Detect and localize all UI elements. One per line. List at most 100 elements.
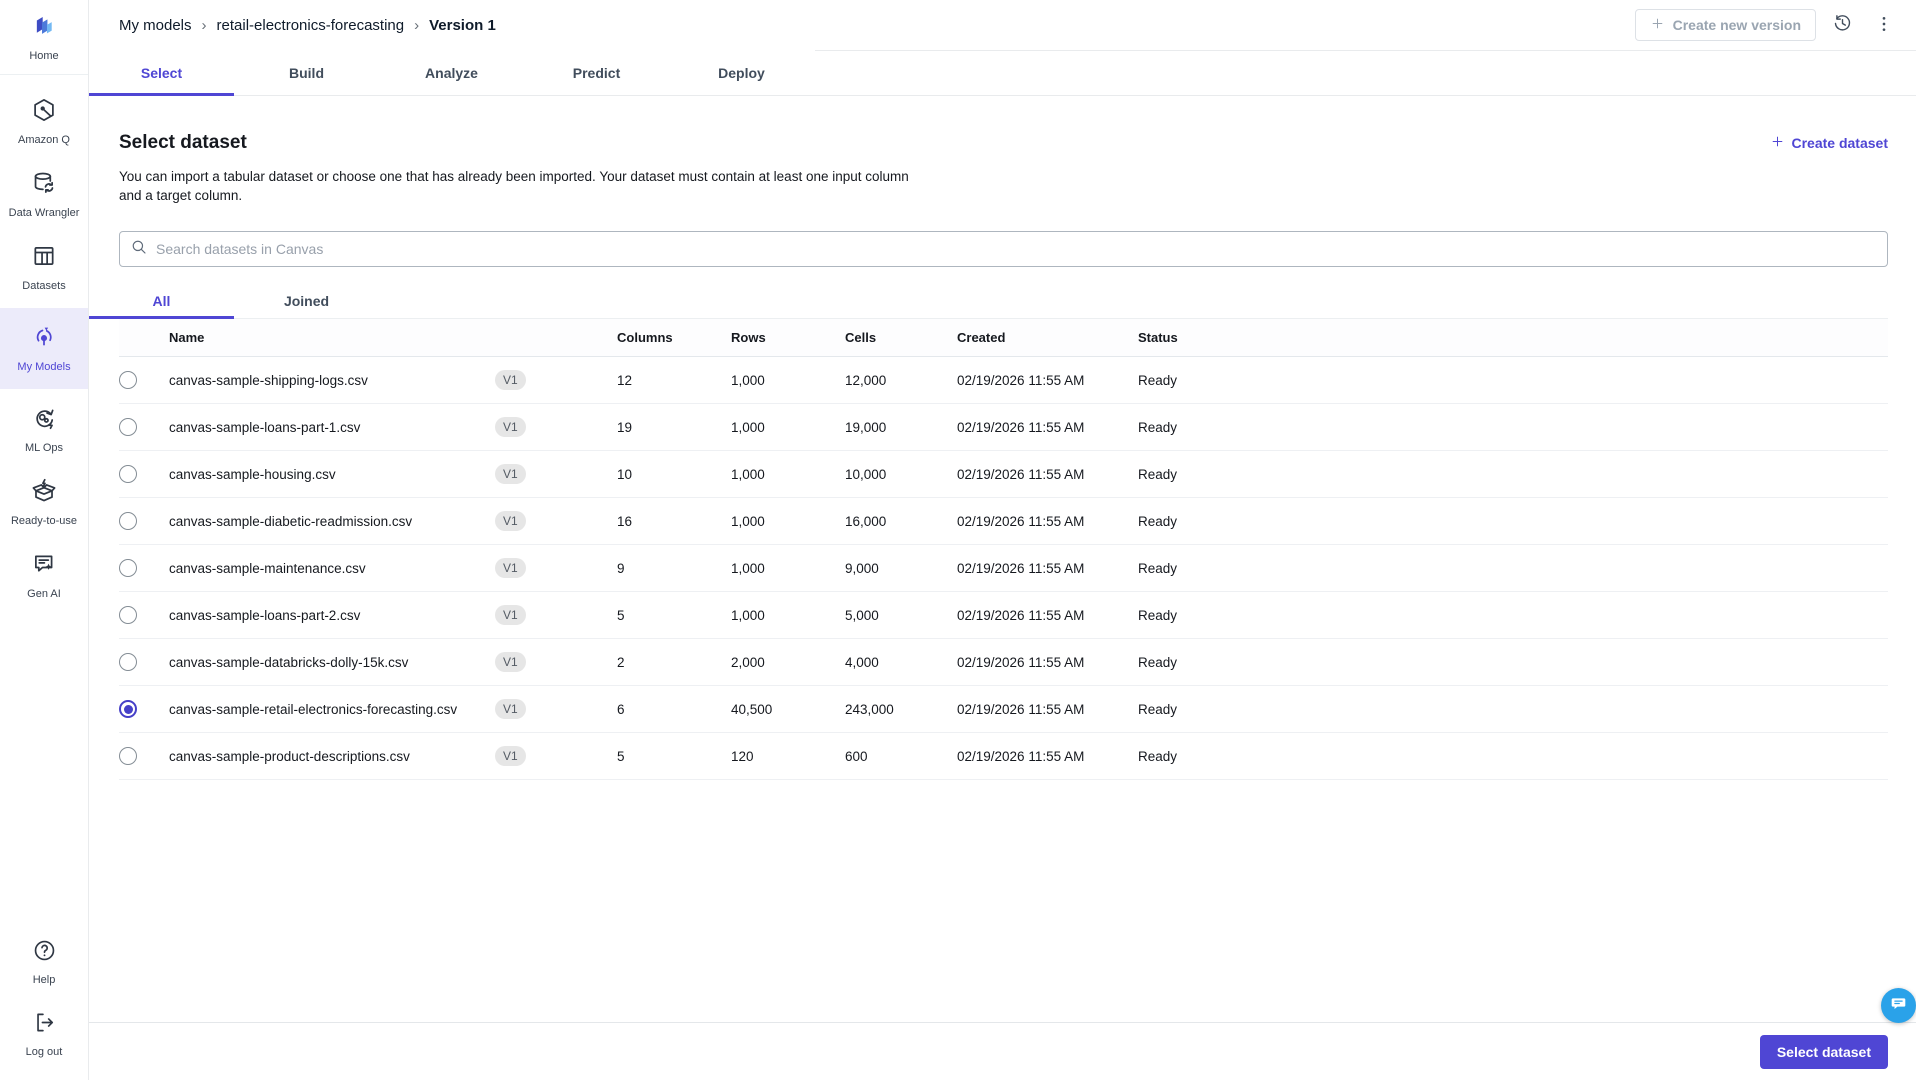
table-header-row: Name Columns Rows Cells Created Status	[119, 319, 1888, 357]
sidebar-item-ml-ops[interactable]: ML Ops	[0, 393, 88, 466]
table-row[interactable]: canvas-sample-shipping-logs.csv V1 12 1,…	[119, 357, 1888, 404]
dataset-radio[interactable]	[119, 747, 137, 765]
sidebar-item-log-out[interactable]: Log out	[0, 998, 88, 1080]
dataset-radio[interactable]	[119, 653, 137, 671]
table-row[interactable]: canvas-sample-databricks-dolly-15k.csv V…	[119, 639, 1888, 686]
tab-select[interactable]: Select	[89, 50, 234, 96]
tab-deploy[interactable]: Deploy	[669, 50, 814, 95]
dataset-created: 02/19/2026 11:55 AM	[957, 466, 1085, 482]
table-row[interactable]: canvas-sample-loans-part-2.csv V1 5 1,00…	[119, 592, 1888, 639]
chat-icon	[1889, 994, 1908, 1018]
sidebar-item-label: ML Ops	[24, 442, 64, 454]
dataset-radio[interactable]	[119, 606, 137, 624]
description-line-2: and a target column.	[119, 188, 243, 203]
create-dataset-button[interactable]: Create dataset	[1770, 134, 1889, 152]
breadcrumb-chevron-icon: ›	[201, 16, 207, 34]
ready-to-use-icon	[31, 478, 57, 509]
amazon-q-icon	[31, 97, 57, 128]
dataset-rows: 1,000	[731, 372, 765, 388]
dataset-cells: 600	[845, 748, 868, 764]
dataset-status: Ready	[1138, 607, 1178, 623]
table-row[interactable]: canvas-sample-maintenance.csv V1 9 1,000…	[119, 545, 1888, 592]
sidebar-divider	[0, 74, 88, 75]
more-options-button[interactable]	[1868, 9, 1900, 41]
search-input[interactable]	[156, 241, 1877, 257]
dataset-rows: 120	[731, 748, 754, 764]
version-badge: V1	[495, 558, 526, 578]
sidebar-item-label: Ready-to-use	[10, 515, 78, 527]
dataset-radio[interactable]	[119, 465, 137, 483]
dataset-status: Ready	[1138, 701, 1178, 717]
dataset-name: canvas-sample-databricks-dolly-15k.csv	[169, 654, 409, 670]
chat-widget-button[interactable]	[1881, 988, 1916, 1023]
dataset-radio[interactable]	[119, 512, 137, 530]
sidebar-item-data-wrangler[interactable]: Data Wrangler	[0, 158, 88, 231]
sidebar-item-gen-ai[interactable]: Gen AI	[0, 539, 88, 612]
col-header-name: Name	[169, 330, 205, 345]
table-row[interactable]: canvas-sample-housing.csv V1 10 1,000 10…	[119, 451, 1888, 498]
version-history-button[interactable]	[1826, 9, 1858, 41]
sidebar-item-label: Datasets	[22, 280, 66, 292]
create-dataset-label: Create dataset	[1791, 135, 1889, 151]
dataset-status: Ready	[1138, 654, 1178, 670]
sidebar-item-ready-to-use[interactable]: Ready-to-use	[0, 466, 88, 539]
dataset-name: canvas-sample-housing.csv	[169, 466, 336, 482]
dataset-radio[interactable]	[119, 700, 137, 718]
my-models-icon	[31, 324, 57, 355]
sidebar-item-help[interactable]: Help	[0, 926, 88, 998]
dataset-cells: 243,000	[845, 701, 894, 717]
col-header-cells: Cells	[845, 330, 877, 345]
table-row[interactable]: canvas-sample-diabetic-readmission.csv V…	[119, 498, 1888, 545]
sidebar-item-amazon-q[interactable]: Amazon Q	[0, 85, 88, 158]
tab-predict[interactable]: Predict	[524, 50, 669, 95]
dataset-name: canvas-sample-diabetic-readmission.csv	[169, 513, 413, 529]
dataset-columns: 5	[617, 748, 625, 764]
breadcrumb-model-name[interactable]: retail-electronics-forecasting	[217, 17, 405, 34]
dataset-columns: 12	[617, 372, 633, 388]
tab-analyze[interactable]: Analyze	[379, 50, 524, 95]
dataset-status: Ready	[1138, 560, 1178, 576]
dataset-radio[interactable]	[119, 418, 137, 436]
sidebar-item-label: Amazon Q	[18, 134, 70, 146]
dataset-name: canvas-sample-loans-part-2.csv	[169, 607, 361, 623]
sidebar-item-label: Home	[29, 50, 59, 62]
dataset-cells: 4,000	[845, 654, 879, 670]
version-badge: V1	[495, 746, 526, 766]
dataset-status: Ready	[1138, 419, 1178, 435]
sidebar-item-datasets[interactable]: Datasets	[0, 231, 88, 304]
table-row[interactable]: canvas-sample-product-descriptions.csv V…	[119, 733, 1888, 780]
tab-build[interactable]: Build	[234, 50, 379, 95]
col-header-columns: Columns	[617, 330, 673, 345]
sidebar-item-home[interactable]: Home	[0, 0, 88, 72]
select-dataset-button[interactable]: Select dataset	[1759, 1034, 1888, 1069]
dataset-columns: 2	[617, 654, 625, 670]
table-row[interactable]: canvas-sample-loans-part-1.csv V1 19 1,0…	[119, 404, 1888, 451]
filter-tab-all[interactable]: All	[89, 283, 234, 319]
dataset-radio[interactable]	[119, 371, 137, 389]
kebab-menu-icon	[1874, 14, 1894, 37]
dataset-cells: 10,000	[845, 466, 887, 482]
dataset-created: 02/19/2026 11:55 AM	[957, 654, 1085, 670]
dataset-name: canvas-sample-loans-part-1.csv	[169, 419, 361, 435]
create-new-version-button[interactable]: Create new version	[1634, 9, 1816, 41]
breadcrumb-my-models[interactable]: My models	[119, 17, 192, 34]
dataset-columns: 6	[617, 701, 625, 717]
col-header-status: Status	[1138, 330, 1178, 345]
dataset-name: canvas-sample-retail-electronics-forecas…	[169, 701, 458, 717]
table-row[interactable]: canvas-sample-retail-electronics-forecas…	[119, 686, 1888, 733]
version-badge: V1	[495, 464, 526, 484]
ml-ops-icon	[31, 405, 57, 436]
sidebar-item-my-models[interactable]: My Models	[0, 308, 88, 389]
filter-tab-joined[interactable]: Joined	[234, 283, 379, 318]
dataset-radio[interactable]	[119, 559, 137, 577]
plus-icon	[1650, 16, 1665, 34]
main-content: Select dataset You can import a tabular …	[89, 96, 1916, 780]
version-badge: V1	[495, 511, 526, 531]
search-icon	[130, 238, 148, 261]
top-bar: My models › retail-electronics-forecasti…	[89, 0, 1916, 50]
breadcrumb-version: Version 1	[429, 16, 496, 34]
dataset-cells: 16,000	[845, 513, 887, 529]
log-out-icon	[32, 1010, 57, 1040]
sidebar-item-label: Data Wrangler	[8, 207, 80, 219]
version-badge: V1	[495, 417, 526, 437]
